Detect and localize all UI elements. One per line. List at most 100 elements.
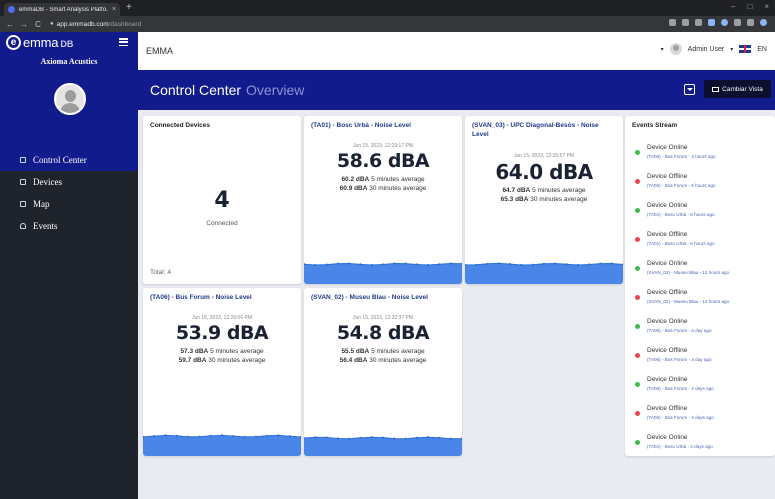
profile-icon[interactable] xyxy=(760,19,767,26)
event-detail: (TA06) - Bus Forum - a day ago xyxy=(647,328,712,333)
list-item[interactable]: Device Offline (TA06) - Bus Forum - 2 day… xyxy=(625,402,775,431)
list-item[interactable]: Device Offline (TA01) - Bosc Urbà - 9 hou… xyxy=(625,228,775,257)
user-menu[interactable]: Admin User xyxy=(688,46,725,53)
sparkline-area xyxy=(304,263,462,284)
sidebar-item-events[interactable]: Events xyxy=(0,215,138,237)
status-dot-icon xyxy=(635,411,640,416)
event-status: Device Online xyxy=(647,144,688,151)
event-status: Device Online xyxy=(647,434,688,441)
event-detail: (TA06) - Bus Forum - 3 hours ago xyxy=(647,154,716,159)
sparkline-point xyxy=(370,263,373,267)
maximize-icon[interactable]: □ xyxy=(747,2,752,11)
event-detail: (SVAN_02) - Museu Blau - 12 hours ago xyxy=(647,270,730,275)
sparkline-point xyxy=(610,262,613,265)
user-avatar[interactable] xyxy=(669,43,682,55)
tab-title: emmaDB - Smart Analysis Platfo... xyxy=(19,6,108,13)
sidebar-item-map[interactable]: Map xyxy=(0,193,138,215)
sparkline-point xyxy=(220,434,224,437)
sidebar: e emma DB Axioma Acustics Control Center… xyxy=(0,32,138,499)
sparkline-point xyxy=(359,436,362,439)
list-item[interactable]: Device Offline (TA06) - Bus Forum - 6 hou… xyxy=(625,170,775,199)
dashboard-content: Connected Devices 4 Connected Total: 4 (… xyxy=(138,110,775,499)
dropdown-toggle-button[interactable] xyxy=(684,84,695,95)
sparkline-point xyxy=(254,435,257,438)
device-card[interactable]: (TA06) - Bus Forum - Noise Level Jun 15,… xyxy=(143,288,301,456)
sparkline-point xyxy=(381,263,385,266)
uk-flag-icon[interactable] xyxy=(739,45,752,53)
list-item[interactable]: Device Online (TA01) - Bosc Urbà - 3 days… xyxy=(625,431,775,456)
logo-icon: e xyxy=(6,35,21,50)
puzzle-icon[interactable] xyxy=(734,19,741,26)
chevron-down-icon[interactable]: ▾ xyxy=(661,46,664,53)
avg-30min: 60.9 dBA 30 minutes average xyxy=(339,185,427,192)
sidebar-item-label: Events xyxy=(33,221,58,231)
new-tab-button[interactable]: + xyxy=(126,2,132,14)
noise-level-value: 54.8 dBA xyxy=(336,322,430,344)
back-icon[interactable]: ← xyxy=(6,20,14,29)
sidebar-item-label: Map xyxy=(33,199,50,209)
star-icon[interactable] xyxy=(695,19,702,26)
user-chevron-down-icon[interactable]: ▾ xyxy=(730,46,733,53)
avg-30min: 59.7 dBA 30 minutes average xyxy=(178,357,266,364)
list-item[interactable]: Device Online (SVAN_02) - Museu Blau - 12… xyxy=(625,257,775,286)
extension-icon-2[interactable] xyxy=(721,19,728,26)
key-icon[interactable] xyxy=(669,19,676,26)
list-item[interactable]: Device Offline (TA06) - Bus Forum - a day… xyxy=(625,344,775,373)
sparkline-point xyxy=(336,262,339,265)
close-window-icon[interactable]: × xyxy=(764,2,769,11)
window-controls: – □ × xyxy=(731,2,769,11)
device-card[interactable]: (SVAN_03) - UPC Diagonal-Besòs - Noise L… xyxy=(465,116,623,284)
view-icon xyxy=(712,86,720,92)
list-item[interactable]: Device Online (TA01) - Bosc Urbà - 6 hour… xyxy=(625,199,775,228)
url-field[interactable]: ● app.emmadb.com /dashboard xyxy=(50,21,141,28)
share-icon[interactable] xyxy=(682,19,689,26)
list-item[interactable]: Device Online (TA06) - Bus Forum - 3 hour… xyxy=(625,141,775,170)
event-detail: (TA06) - Bus Forum - 6 hours ago xyxy=(647,183,716,188)
sparkline-point xyxy=(232,435,235,438)
menu-toggle-icon[interactable] xyxy=(119,38,128,46)
device-card[interactable]: (SVAN_02) - Museu Blau - Noise Level Jun… xyxy=(304,288,462,456)
sparkline-point xyxy=(336,437,339,440)
bell-icon xyxy=(20,223,26,229)
sparkline-point xyxy=(393,262,396,265)
page-header: Control Center Overview Cambiar Vista xyxy=(138,70,775,110)
sparkline-point xyxy=(427,263,430,267)
sparkline-point xyxy=(314,436,317,439)
list-item[interactable]: Device Offline (SVAN_02) - Museu Blau - 1… xyxy=(625,286,775,315)
sparkline-point xyxy=(497,262,500,265)
reload-icon[interactable]: C xyxy=(34,20,42,29)
device-card[interactable]: (TA01) - Bosc Urbà - Noise Level Jun 15,… xyxy=(304,116,462,284)
list-item[interactable]: Device Online (TA06) - Bus Forum - a day … xyxy=(625,315,775,344)
events-list: Device Online (TA06) - Bus Forum - 3 hour… xyxy=(625,141,775,456)
page-title-text: Control Center xyxy=(150,82,242,98)
minimize-icon[interactable]: – xyxy=(731,2,735,11)
sparkline-point xyxy=(576,263,579,267)
page-subtitle: Overview xyxy=(246,82,305,98)
sidepanel-icon[interactable] xyxy=(747,19,754,26)
sidebar-item-control-center[interactable]: Control Center xyxy=(0,149,138,171)
language-selector[interactable]: EN xyxy=(757,46,767,53)
sidebar-item-devices[interactable]: Devices xyxy=(0,171,138,193)
sparkline-point xyxy=(449,437,452,440)
card-title: (SVAN_03) - UPC Diagonal-Besòs - Noise L… xyxy=(472,122,599,138)
logo-suffix: DB xyxy=(60,38,74,49)
status-dot-icon xyxy=(635,295,640,300)
sparkline-point xyxy=(588,263,591,266)
noise-sparkline xyxy=(304,436,462,456)
connected-devices-card: Connected Devices 4 Connected Total: 4 xyxy=(143,116,301,284)
sparkline-point xyxy=(209,434,212,437)
avg-30min: 65.3 dBA 30 minutes average xyxy=(500,196,588,203)
event-status: Device Offline xyxy=(647,347,688,354)
tab-close-icon[interactable]: × xyxy=(112,6,116,13)
avatar[interactable] xyxy=(54,83,86,115)
browser-tab[interactable]: emmaDB - Smart Analysis Platfo... × xyxy=(4,3,120,16)
sparkline-point xyxy=(427,436,430,439)
noise-level-value: 64.0 dBA xyxy=(495,160,593,184)
change-view-button[interactable]: Cambiar Vista xyxy=(704,80,771,98)
connected-label: Connected xyxy=(206,220,238,227)
sparkline-point xyxy=(531,263,534,266)
address-bar: ← → C ● app.emmadb.com /dashboard xyxy=(0,16,775,32)
extension-icon[interactable] xyxy=(708,19,715,26)
list-item[interactable]: Device Online (TA06) - Bus Forum - 2 days… xyxy=(625,373,775,402)
forward-icon[interactable]: → xyxy=(20,20,28,29)
